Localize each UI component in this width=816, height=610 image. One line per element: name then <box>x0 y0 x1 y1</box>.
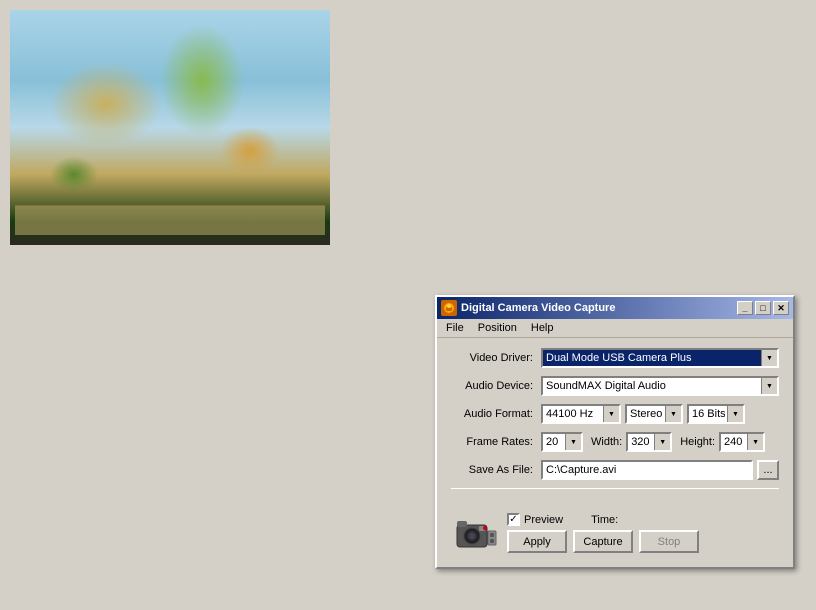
menu-file[interactable]: File <box>443 321 467 335</box>
width-dropdown[interactable]: 320 ▼ <box>626 432 672 452</box>
save-as-file-row: Save As File: ... <box>451 460 779 480</box>
audio-bits-arrow[interactable]: ▼ <box>727 406 743 422</box>
preview-checkbox-area: ✓ Preview <box>507 513 563 526</box>
audio-channel-arrow[interactable]: ▼ <box>665 406 681 422</box>
capture-button[interactable]: Capture <box>573 530 633 553</box>
frame-rates-control: 20 ▼ Width: 320 ▼ Height: 240 ▼ <box>541 432 779 452</box>
fps-arrow[interactable]: ▼ <box>565 434 581 450</box>
audio-freq-arrow[interactable]: ▼ <box>603 406 619 422</box>
dialog-title: Digital Camera Video Capture <box>461 302 615 314</box>
video-driver-row: Video Driver: Dual Mode USB Camera Plus … <box>451 348 779 368</box>
separator <box>451 488 779 489</box>
save-as-file-input[interactable] <box>541 460 753 480</box>
app-icon <box>441 300 457 316</box>
video-driver-arrow[interactable]: ▼ <box>761 350 777 366</box>
save-as-file-control: ... <box>541 460 779 480</box>
audio-device-arrow[interactable]: ▼ <box>761 378 777 394</box>
preview-row: ✓ Preview Time: <box>507 513 779 526</box>
audio-format-control: 44100 Hz ▼ Stereo ▼ 16 Bits ▼ <box>541 404 779 424</box>
video-driver-control: Dual Mode USB Camera Plus ▼ <box>541 348 779 368</box>
close-button[interactable]: ✕ <box>773 301 789 315</box>
audio-freq-dropdown[interactable]: 44100 Hz ▼ <box>541 404 621 424</box>
audio-device-select[interactable]: SoundMAX Digital Audio <box>543 380 777 392</box>
audio-device-control: SoundMAX Digital Audio ▼ <box>541 376 779 396</box>
audio-device-row: Audio Device: SoundMAX Digital Audio ▼ <box>451 376 779 396</box>
bottom-row: ✓ Preview Time: Apply Capture Stop <box>437 505 793 567</box>
fps-dropdown[interactable]: 20 ▼ <box>541 432 583 452</box>
video-driver-dropdown[interactable]: Dual Mode USB Camera Plus ▼ <box>541 348 779 368</box>
audio-format-row: Audio Format: 44100 Hz ▼ Stereo ▼ 16 <box>451 404 779 424</box>
height-arrow[interactable]: ▼ <box>747 434 763 450</box>
menu-bar: File Position Help <box>437 319 793 338</box>
stop-button[interactable]: Stop <box>639 530 699 553</box>
maximize-button[interactable]: □ <box>755 301 771 315</box>
dialog-content: Video Driver: Dual Mode USB Camera Plus … <box>437 338 793 505</box>
dialog-window: Digital Camera Video Capture _ □ ✕ File … <box>435 295 795 569</box>
audio-format-label: Audio Format: <box>451 408 541 420</box>
browse-button[interactable]: ... <box>757 460 779 480</box>
minimize-button[interactable]: _ <box>737 301 753 315</box>
audio-device-dropdown[interactable]: SoundMAX Digital Audio ▼ <box>541 376 779 396</box>
audio-bits-dropdown[interactable]: 16 Bits ▼ <box>687 404 745 424</box>
time-label: Time: <box>591 514 618 526</box>
dialog-titlebar: Digital Camera Video Capture _ □ ✕ <box>437 297 793 319</box>
menu-position[interactable]: Position <box>475 321 520 335</box>
preview-time-area: ✓ Preview Time: Apply Capture Stop <box>507 513 779 553</box>
titlebar-left: Digital Camera Video Capture <box>441 300 615 316</box>
audio-channel-dropdown[interactable]: Stereo ▼ <box>625 404 683 424</box>
preview-checkbox[interactable]: ✓ <box>507 513 520 526</box>
apply-button[interactable]: Apply <box>507 530 567 553</box>
preview-label: Preview <box>524 514 563 526</box>
titlebar-buttons: _ □ ✕ <box>737 301 789 315</box>
buttons-row: Apply Capture Stop <box>507 530 779 553</box>
width-label: Width: <box>591 436 622 448</box>
width-arrow[interactable]: ▼ <box>654 434 670 450</box>
camera-icon <box>453 511 497 555</box>
height-label: Height: <box>680 436 715 448</box>
camera-preview <box>10 10 330 245</box>
video-driver-select[interactable]: Dual Mode USB Camera Plus <box>543 352 777 364</box>
frame-rates-row: Frame Rates: 20 ▼ Width: 320 ▼ Height: <box>451 432 779 452</box>
audio-device-label: Audio Device: <box>451 380 541 392</box>
video-driver-label: Video Driver: <box>451 352 541 364</box>
save-as-file-label: Save As File: <box>451 464 541 476</box>
menu-help[interactable]: Help <box>528 321 557 335</box>
height-dropdown[interactable]: 240 ▼ <box>719 432 765 452</box>
frame-rates-label: Frame Rates: <box>451 436 541 448</box>
camera-icon-area <box>451 509 499 557</box>
